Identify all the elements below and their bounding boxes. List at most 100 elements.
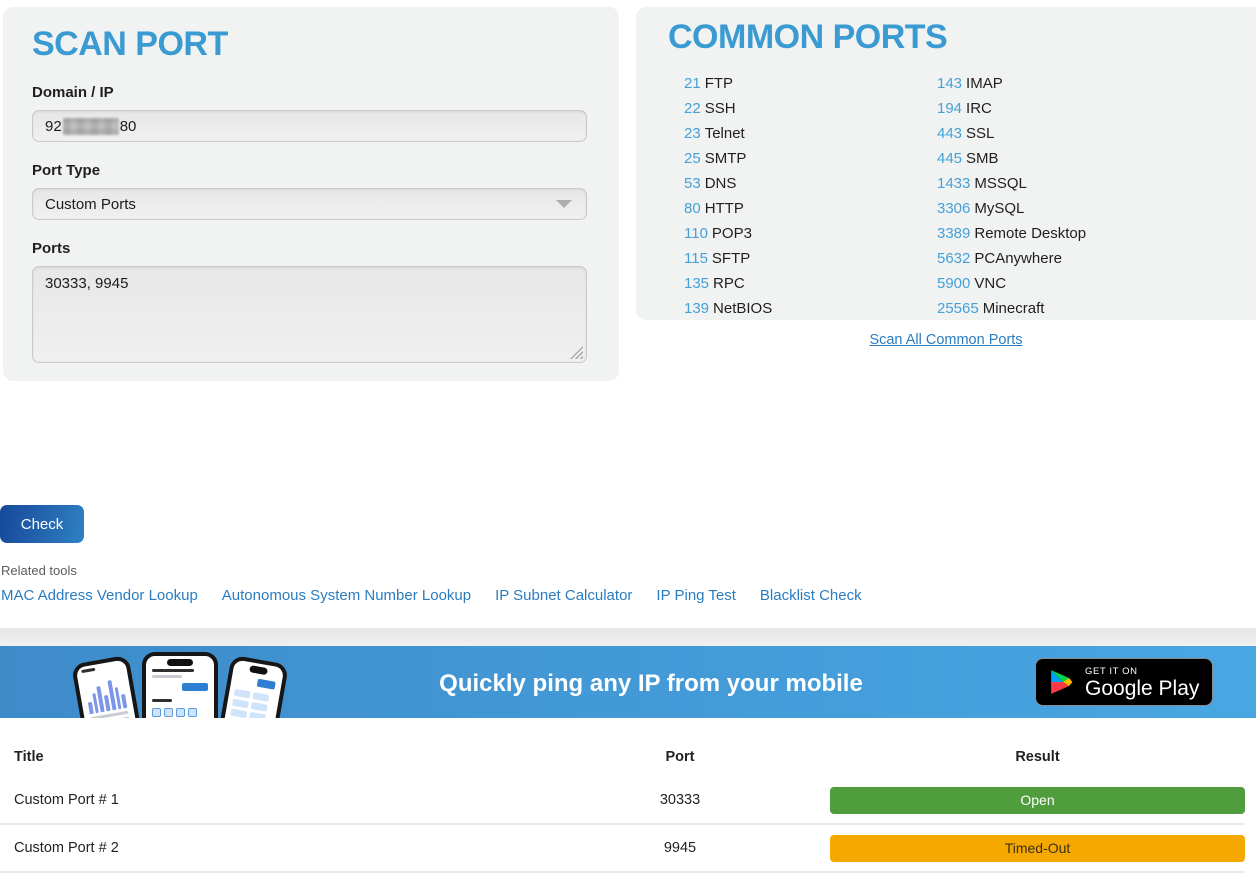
row-title: Custom Port # 2 xyxy=(0,840,530,856)
link-asn-lookup[interactable]: Autonomous System Number Lookup xyxy=(222,587,471,604)
list-item: 25SMTP xyxy=(684,146,937,171)
resize-handle-icon[interactable] xyxy=(570,346,583,359)
section-divider-strip xyxy=(0,628,1256,646)
port-name: RPC xyxy=(713,275,745,292)
port-link[interactable]: 21 xyxy=(684,75,701,92)
results-header-row: Title Port Result xyxy=(0,737,1245,777)
header-result: Result xyxy=(830,749,1245,765)
port-link[interactable]: 22 xyxy=(684,100,701,117)
list-item: 22SSH xyxy=(684,96,937,121)
scan-all-common-ports-link[interactable]: Scan All Common Ports xyxy=(869,332,1022,348)
common-ports-panel: COMMON PORTS 21FTP 22SSH 23Telnet 25SMTP… xyxy=(636,7,1256,320)
port-link[interactable]: 53 xyxy=(684,175,701,192)
link-blacklist-check[interactable]: Blacklist Check xyxy=(760,587,862,604)
list-item: 25565Minecraft xyxy=(937,296,1086,321)
list-item: 53DNS xyxy=(684,171,937,196)
related-tools-links: MAC Address Vendor Lookup Autonomous Sys… xyxy=(1,587,862,604)
port-link[interactable]: 25 xyxy=(684,150,701,167)
scan-results-table: Title Port Result Custom Port # 1 30333 … xyxy=(0,737,1245,873)
port-name: MSSQL xyxy=(974,175,1027,192)
google-play-text: GET IT ON Google Play xyxy=(1085,666,1199,699)
list-item: 23Telnet xyxy=(684,121,937,146)
port-link[interactable]: 3389 xyxy=(937,225,970,242)
port-link[interactable]: 5632 xyxy=(937,250,970,267)
port-name: POP3 xyxy=(712,225,752,242)
port-name: HTTP xyxy=(705,200,744,217)
google-play-line2: Google Play xyxy=(1085,678,1199,699)
port-type-selected-value: Custom Ports xyxy=(45,196,136,213)
port-name: SSL xyxy=(966,125,994,142)
port-name: Minecraft xyxy=(983,300,1045,317)
header-port: Port xyxy=(530,749,830,765)
port-link[interactable]: 139 xyxy=(684,300,709,317)
common-ports-column-2: 143IMAP 194IRC 443SSL 445SMB 1433MSSQL 3… xyxy=(937,71,1086,321)
port-link[interactable]: 110 xyxy=(684,225,708,242)
domain-ip-value-prefix: 92 xyxy=(45,118,62,135)
port-link[interactable]: 5900 xyxy=(937,275,970,292)
port-name: Remote Desktop xyxy=(974,225,1086,242)
port-link[interactable]: 194 xyxy=(937,100,962,117)
port-link[interactable]: 80 xyxy=(684,200,701,217)
port-link[interactable]: 135 xyxy=(684,275,709,292)
status-badge: Open xyxy=(830,787,1245,814)
list-item: 110POP3 xyxy=(684,221,937,246)
scan-port-title: SCAN PORT xyxy=(32,25,590,64)
scan-port-panel: SCAN PORT Domain / IP 92 80 Port Type Cus… xyxy=(3,7,619,381)
port-name: SMTP xyxy=(705,150,747,167)
port-name: PCAnywhere xyxy=(974,250,1062,267)
mobile-app-banner: Quickly ping any IP from your mobile GET… xyxy=(0,646,1256,718)
row-title: Custom Port # 1 xyxy=(0,792,530,808)
port-link[interactable]: 3306 xyxy=(937,200,970,217)
port-link[interactable]: 143 xyxy=(937,75,962,92)
row-port: 9945 xyxy=(530,840,830,856)
check-button[interactable]: Check xyxy=(0,505,84,543)
ports-value: 30333, 9945 xyxy=(45,275,128,292)
related-tools-heading: Related tools xyxy=(1,563,77,578)
status-badge: Timed-Out xyxy=(830,835,1245,862)
list-item: 3306MySQL xyxy=(937,196,1086,221)
port-name: SFTP xyxy=(712,250,750,267)
header-title: Title xyxy=(0,749,530,765)
common-ports-title: COMMON PORTS xyxy=(668,18,1256,57)
port-name: SSH xyxy=(705,100,736,117)
list-item: 5900VNC xyxy=(937,271,1086,296)
domain-ip-redacted-blur xyxy=(63,118,119,135)
port-link[interactable]: 25565 xyxy=(937,300,979,317)
domain-ip-value-suffix: 80 xyxy=(120,118,137,135)
list-item: 445SMB xyxy=(937,146,1086,171)
link-ip-subnet-calculator[interactable]: IP Subnet Calculator xyxy=(495,587,632,604)
port-name: IMAP xyxy=(966,75,1003,92)
list-item: 443SSL xyxy=(937,121,1086,146)
phone-mockup-center xyxy=(142,652,218,718)
port-link[interactable]: 115 xyxy=(684,250,708,267)
list-item: 135RPC xyxy=(684,271,937,296)
list-item: 139NetBIOS xyxy=(684,296,937,321)
port-name: DNS xyxy=(705,175,737,192)
port-name: NetBIOS xyxy=(713,300,772,317)
ports-textarea[interactable]: 30333, 9945 xyxy=(32,266,587,363)
domain-ip-input[interactable]: 92 80 xyxy=(32,110,587,142)
common-ports-column-1: 21FTP 22SSH 23Telnet 25SMTP 53DNS 80HTTP… xyxy=(668,71,937,321)
table-row: Custom Port # 1 30333 Open xyxy=(0,777,1245,825)
port-name: Telnet xyxy=(705,125,745,142)
google-play-icon xyxy=(1048,667,1075,697)
link-mac-address-vendor-lookup[interactable]: MAC Address Vendor Lookup xyxy=(1,587,198,604)
list-item: 80HTTP xyxy=(684,196,937,221)
google-play-badge[interactable]: GET IT ON Google Play xyxy=(1035,658,1213,706)
port-name: VNC xyxy=(974,275,1006,292)
port-link[interactable]: 1433 xyxy=(937,175,970,192)
table-row: Custom Port # 2 9945 Timed-Out xyxy=(0,825,1245,873)
link-ip-ping-test[interactable]: IP Ping Test xyxy=(656,587,736,604)
list-item: 1433MSSQL xyxy=(937,171,1086,196)
port-link[interactable]: 445 xyxy=(937,150,962,167)
list-item: 143IMAP xyxy=(937,71,1086,96)
port-link[interactable]: 443 xyxy=(937,125,962,142)
list-item: 5632PCAnywhere xyxy=(937,246,1086,271)
list-item: 115SFTP xyxy=(684,246,937,271)
google-play-line1: GET IT ON xyxy=(1085,666,1199,677)
common-ports-list: 21FTP 22SSH 23Telnet 25SMTP 53DNS 80HTTP… xyxy=(668,71,1256,321)
port-type-label: Port Type xyxy=(32,162,590,179)
port-link[interactable]: 23 xyxy=(684,125,701,142)
domain-ip-label: Domain / IP xyxy=(32,84,590,101)
port-type-select[interactable]: Custom Ports xyxy=(32,188,587,220)
